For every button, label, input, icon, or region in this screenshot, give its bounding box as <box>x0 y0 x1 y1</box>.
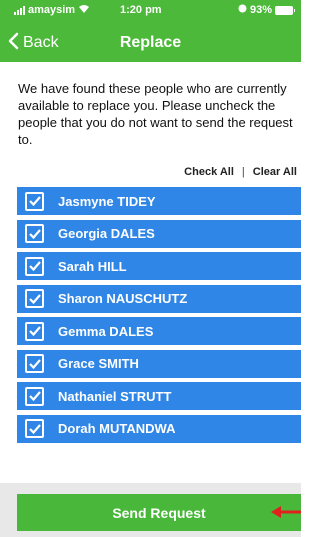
status-time: 1:20 pm <box>120 4 162 16</box>
person-name: Dorah MUTANDWA <box>58 421 176 436</box>
page-title: Replace <box>119 34 182 51</box>
person-row[interactable]: Georgia DALES <box>17 219 301 248</box>
person-row[interactable]: Sarah HILL <box>17 252 301 280</box>
checkbox-checked-icon[interactable] <box>25 224 44 243</box>
people-list: Jasmyne TIDEY Georgia DALES Sarah HILL S… <box>17 187 301 447</box>
signal-icon <box>14 5 25 15</box>
person-row[interactable]: Nathaniel STRUTT <box>17 382 301 410</box>
arrow-left-icon <box>271 506 301 518</box>
checkbox-checked-icon[interactable] <box>25 386 44 406</box>
clear-all-link[interactable]: Clear All <box>253 166 297 178</box>
checkbox-checked-icon[interactable] <box>25 419 44 438</box>
carrier-name: amaysim <box>28 4 76 16</box>
checkbox-checked-icon[interactable] <box>25 256 44 276</box>
person-row[interactable]: Sharon NAUSCHUTZ <box>17 284 301 313</box>
person-name: Sharon NAUSCHUTZ <box>58 291 188 306</box>
battery: 93% <box>238 4 295 16</box>
status-bar: amaysim 1:20 pm 93% <box>0 0 301 22</box>
person-name: Nathaniel STRUTT <box>58 388 172 404</box>
checkbox-checked-icon[interactable] <box>25 321 44 341</box>
person-row[interactable]: Gemma DALES <box>17 317 301 345</box>
navigation-bar: Back Replace <box>0 26 301 62</box>
carrier: amaysim <box>14 4 90 16</box>
actions-separator: | <box>241 166 245 178</box>
check-actions: Check All | Clear All <box>184 166 297 178</box>
person-name: Jasmyne TIDEY <box>58 193 156 209</box>
battery-icon <box>275 5 295 15</box>
person-name: Georgia DALES <box>58 226 155 241</box>
app-header: amaysim 1:20 pm 93% Back Replace <box>0 0 301 62</box>
checkbox-checked-icon[interactable] <box>25 191 44 211</box>
person-name: Sarah HILL <box>58 258 127 274</box>
check-all-link[interactable]: Check All <box>184 166 234 178</box>
alarm-icon <box>238 4 247 16</box>
person-row[interactable]: Jasmyne TIDEY <box>17 187 301 215</box>
checkbox-checked-icon[interactable] <box>25 289 44 308</box>
person-name: Gemma DALES <box>58 323 154 339</box>
person-row[interactable]: Dorah MUTANDWA <box>17 414 301 443</box>
battery-percent: 93% <box>249 4 272 16</box>
intro-text: We have found these people who are curre… <box>18 81 293 147</box>
person-row[interactable]: Grace SMITH <box>17 349 301 378</box>
wifi-icon <box>78 4 90 16</box>
person-name: Grace SMITH <box>58 356 139 371</box>
checkbox-checked-icon[interactable] <box>25 354 44 373</box>
send-request-button[interactable]: Send Request <box>17 494 301 531</box>
